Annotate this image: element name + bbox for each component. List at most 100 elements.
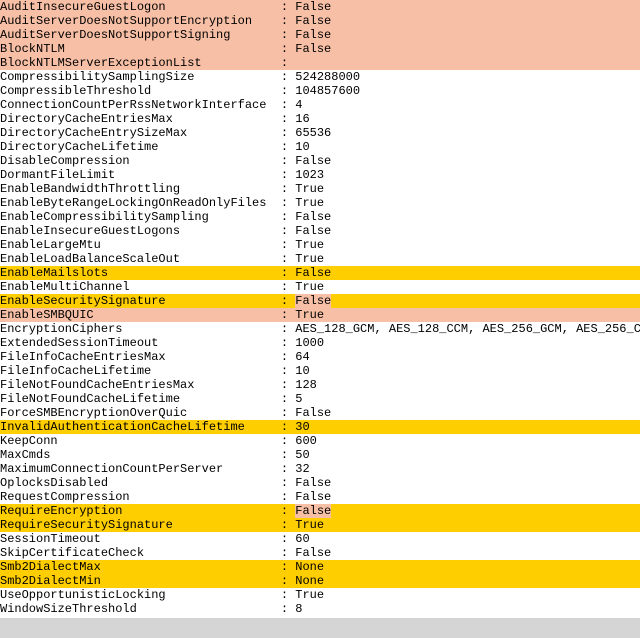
config-key: OplocksDisabled : [0, 476, 295, 490]
config-value: 4 [295, 98, 302, 112]
config-row: EnableLoadBalanceScaleOut : True [0, 252, 640, 266]
config-value: None [295, 560, 324, 574]
config-row: UseOpportunisticLocking : True [0, 588, 640, 602]
config-row: SessionTimeout : 60 [0, 532, 640, 546]
config-row: CompressibleThreshold : 104857600 [0, 84, 640, 98]
row-fill [331, 42, 640, 56]
config-row: InvalidAuthenticationCacheLifetime : 30 [0, 420, 640, 434]
config-value: 65536 [295, 126, 331, 140]
config-value: True [295, 588, 324, 602]
config-key: EnableCompressibilitySampling : [0, 210, 295, 224]
config-key: WindowSizeThreshold : [0, 602, 295, 616]
config-key: ForceSMBEncryptionOverQuic : [0, 406, 295, 420]
config-key: FileInfoCacheLifetime : [0, 364, 295, 378]
config-value: False [295, 154, 331, 168]
config-row: CompressibilitySamplingSize : 524288000 [0, 70, 640, 84]
config-value: AES_128_GCM, AES_128_CCM, AES_256_GCM, A… [295, 322, 640, 336]
config-value: 60 [295, 532, 309, 546]
config-value: True [295, 280, 324, 294]
config-row: DormantFileLimit : 1023 [0, 168, 640, 182]
config-key: DirectoryCacheEntrySizeMax : [0, 126, 295, 140]
config-row: EnableBandwidthThrottling : True [0, 182, 640, 196]
config-key: BlockNTLM : [0, 42, 295, 56]
config-key: CompressibilitySamplingSize : [0, 70, 295, 84]
config-value: 104857600 [295, 84, 360, 98]
config-value: True [295, 308, 324, 322]
config-key: EnableSMBQUIC : [0, 308, 295, 322]
config-value: 64 [295, 350, 309, 364]
config-row: DisableCompression : False [0, 154, 640, 168]
config-key: FileNotFoundCacheEntriesMax : [0, 378, 295, 392]
config-key: KeepConn : [0, 434, 295, 448]
row-fill [331, 14, 640, 28]
config-value: 32 [295, 462, 309, 476]
config-value: False [295, 28, 331, 42]
config-value: 524288000 [295, 70, 360, 84]
config-value: False [295, 14, 331, 28]
config-row: MaximumConnectionCountPerServer : 32 [0, 462, 640, 476]
config-key: MaxCmds : [0, 448, 295, 462]
config-key: RequestCompression : [0, 490, 295, 504]
config-key: SessionTimeout : [0, 532, 295, 546]
config-key: DirectoryCacheEntriesMax : [0, 112, 295, 126]
config-row: EnableMultiChannel : True [0, 280, 640, 294]
row-fill [331, 294, 640, 308]
row-fill [324, 308, 640, 322]
row-fill [324, 574, 640, 588]
config-key: EnableBandwidthThrottling : [0, 182, 295, 196]
config-value: 30 [295, 420, 309, 434]
config-row: FileInfoCacheLifetime : 10 [0, 364, 640, 378]
row-fill [324, 560, 640, 574]
config-row: EnableInsecureGuestLogons : False [0, 224, 640, 238]
row-fill [310, 420, 640, 434]
config-key: EnableSecuritySignature : [0, 294, 295, 308]
row-fill [295, 56, 640, 70]
config-value: 600 [295, 434, 317, 448]
config-row: EnableLargeMtu : True [0, 238, 640, 252]
config-value: None [295, 574, 324, 588]
config-value: 10 [295, 364, 309, 378]
config-value: False [295, 266, 331, 280]
config-row: DirectoryCacheEntriesMax : 16 [0, 112, 640, 126]
config-value: True [295, 252, 324, 266]
config-row: KeepConn : 600 [0, 434, 640, 448]
config-key: RequireEncryption : [0, 504, 295, 518]
config-row: AuditServerDoesNotSupportEncryption : Fa… [0, 14, 640, 28]
config-row: EnableSMBQUIC : True [0, 308, 640, 322]
config-key: MaximumConnectionCountPerServer : [0, 462, 295, 476]
config-value: False [295, 42, 331, 56]
config-key: InvalidAuthenticationCacheLifetime : [0, 420, 295, 434]
config-row: RequireEncryption : False [0, 504, 640, 518]
config-row: ExtendedSessionTimeout : 1000 [0, 336, 640, 350]
config-row: SkipCertificateCheck : False [0, 546, 640, 560]
config-key: SkipCertificateCheck : [0, 546, 295, 560]
config-row: EnableByteRangeLockingOnReadOnlyFiles : … [0, 196, 640, 210]
config-row: MaxCmds : 50 [0, 448, 640, 462]
config-key: EnableLoadBalanceScaleOut : [0, 252, 295, 266]
config-key: EnableByteRangeLockingOnReadOnlyFiles : [0, 196, 295, 210]
config-row: BlockNTLM : False [0, 42, 640, 56]
config-key: EnableMailslots : [0, 266, 295, 280]
config-value: 50 [295, 448, 309, 462]
config-value: 10 [295, 140, 309, 154]
config-key: AuditServerDoesNotSupportSigning : [0, 28, 295, 42]
config-key: AuditInsecureGuestLogon : [0, 0, 295, 14]
config-row: EnableMailslots : False [0, 266, 640, 280]
config-row: AuditInsecureGuestLogon : False [0, 0, 640, 14]
config-row: Smb2DialectMin : None [0, 574, 640, 588]
config-row: FileNotFoundCacheEntriesMax : 128 [0, 378, 640, 392]
config-value: False [295, 210, 331, 224]
config-row: RequestCompression : False [0, 490, 640, 504]
config-key: FileNotFoundCacheLifetime : [0, 392, 295, 406]
config-key: ExtendedSessionTimeout : [0, 336, 295, 350]
config-key: DormantFileLimit : [0, 168, 295, 182]
row-fill [324, 518, 640, 532]
config-row: Smb2DialectMax : None [0, 560, 640, 574]
config-row: ConnectionCountPerRssNetworkInterface : … [0, 98, 640, 112]
config-row: FileInfoCacheEntriesMax : 64 [0, 350, 640, 364]
row-fill [331, 504, 640, 518]
config-key: DirectoryCacheLifetime : [0, 140, 295, 154]
config-key: DisableCompression : [0, 154, 295, 168]
config-value: 1023 [295, 168, 324, 182]
config-key: UseOpportunisticLocking : [0, 588, 295, 602]
